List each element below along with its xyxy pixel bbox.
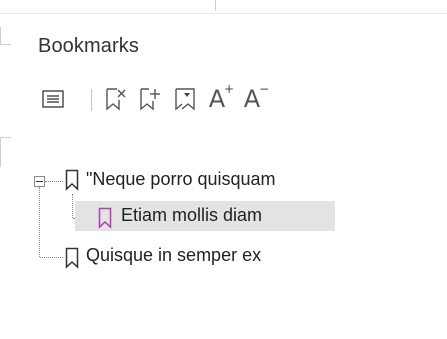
tree-connector	[40, 257, 63, 258]
panel-title: Bookmarks	[38, 35, 139, 57]
pane-left-border	[0, 137, 11, 138]
pane-left-border	[0, 44, 11, 45]
tree-connector	[45, 181, 63, 182]
expand-bookmark-button[interactable]	[167, 80, 203, 118]
toolbar-separator	[91, 89, 92, 111]
pane-left-border	[0, 137, 1, 167]
options-menu-button[interactable]	[35, 80, 71, 118]
collapse-toggle[interactable]	[34, 176, 45, 187]
pane-top-border	[0, 13, 447, 14]
font-increase-icon: A +	[208, 82, 235, 113]
bookmark-add-icon	[140, 88, 160, 111]
bookmark-node-label[interactable]: Quisque in semper ex	[86, 245, 261, 266]
pane-divider	[215, 0, 216, 11]
bookmark-icon	[98, 207, 112, 229]
decrease-font-button[interactable]: A −	[234, 80, 270, 118]
bookmark-icon	[65, 247, 79, 269]
pane-left-border	[0, 27, 1, 45]
tree-connector	[39, 187, 40, 257]
bookmark-expand-icon	[175, 88, 195, 111]
delete-bookmark-button[interactable]	[98, 80, 134, 118]
bookmark-icon	[65, 169, 79, 191]
increase-font-button[interactable]: A +	[199, 80, 235, 118]
bookmark-delete-icon	[106, 88, 126, 111]
bookmark-node-label[interactable]: Etiam mollis diam	[121, 205, 262, 226]
list-menu-icon	[42, 90, 64, 108]
font-decrease-icon: A −	[243, 82, 270, 113]
tree-connector	[72, 194, 73, 218]
add-bookmark-button[interactable]	[132, 80, 168, 118]
bookmark-node-label[interactable]: "Neque porro quisquam	[86, 169, 276, 190]
